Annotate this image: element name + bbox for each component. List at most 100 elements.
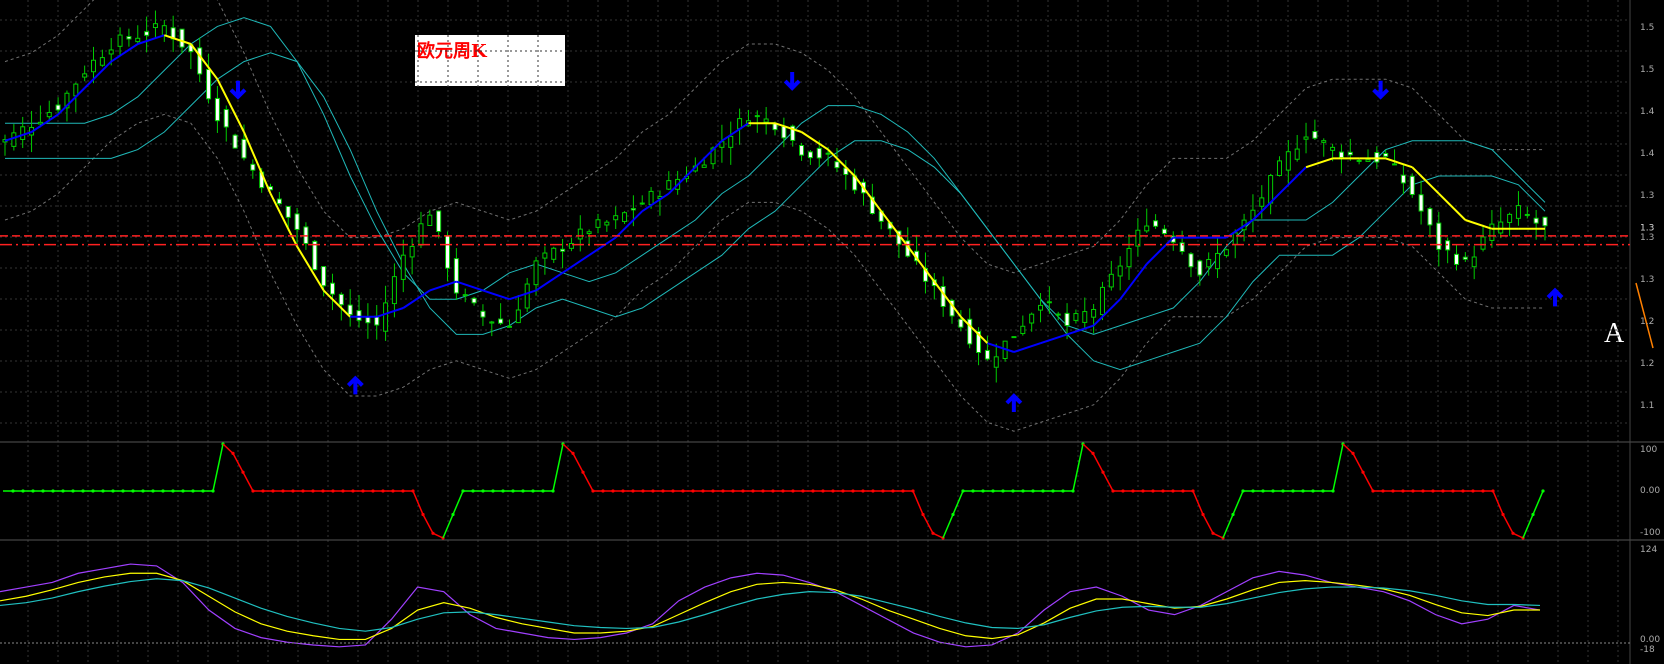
current-price-tag: 1.3 bbox=[1640, 224, 1654, 234]
candle-body bbox=[1082, 311, 1088, 323]
candle-body bbox=[126, 36, 132, 40]
ma-segment bbox=[641, 192, 670, 213]
candle-body bbox=[551, 247, 557, 260]
arrow-down-icon bbox=[783, 72, 801, 91]
candle-body bbox=[1020, 325, 1026, 335]
ma-segment bbox=[827, 148, 856, 177]
candle-body bbox=[1383, 152, 1389, 157]
candle-body bbox=[1197, 260, 1203, 276]
candle-body bbox=[1418, 194, 1424, 212]
candle-body bbox=[630, 208, 636, 211]
candle-body bbox=[1161, 228, 1167, 235]
y-tick-label: 1.3 bbox=[1640, 275, 1654, 285]
envelope-lower bbox=[5, 52, 1546, 371]
candle-body bbox=[958, 318, 964, 328]
candle-body bbox=[1011, 336, 1017, 339]
ma-segment bbox=[588, 236, 617, 257]
candle-body bbox=[613, 215, 619, 221]
candle-body bbox=[1091, 308, 1097, 318]
candle-body bbox=[577, 228, 583, 240]
candle-body bbox=[152, 23, 158, 29]
candle-body bbox=[515, 309, 521, 324]
osc-segment bbox=[1332, 443, 1344, 492]
osc-segment bbox=[1532, 490, 1544, 515]
ma-segment bbox=[190, 43, 219, 80]
candle-body bbox=[586, 231, 592, 235]
rsi-tick-label: 0.00 bbox=[1640, 635, 1660, 645]
candle-body bbox=[135, 37, 141, 43]
candle-body bbox=[1064, 312, 1070, 327]
rsi-tick-label: -18 bbox=[1640, 645, 1655, 655]
y-tick-label: 1.5 bbox=[1640, 23, 1654, 33]
candle-body bbox=[418, 223, 424, 246]
candle-body bbox=[834, 161, 840, 169]
ma-segment bbox=[721, 122, 750, 142]
candle-body bbox=[1356, 159, 1362, 162]
arrow-up-icon bbox=[1005, 393, 1023, 412]
candle-body bbox=[1524, 213, 1530, 216]
candle-body bbox=[1498, 221, 1504, 234]
candle-body bbox=[1365, 159, 1371, 162]
candle-body bbox=[1268, 175, 1274, 204]
candle-body bbox=[1232, 232, 1238, 245]
y-tick-label: 1.3 bbox=[1640, 191, 1654, 201]
candle-body bbox=[1188, 253, 1194, 268]
osc-segment bbox=[432, 532, 444, 539]
candle-body bbox=[37, 121, 43, 125]
candle-body bbox=[1480, 236, 1486, 250]
candle-body bbox=[400, 254, 406, 280]
candle-body bbox=[1347, 151, 1353, 156]
candle-body bbox=[427, 214, 433, 227]
candle-body bbox=[622, 212, 628, 223]
candle-body bbox=[604, 221, 610, 226]
y-tick-label: 1.2 bbox=[1640, 359, 1654, 369]
osc-segment bbox=[1222, 514, 1234, 539]
candle-body bbox=[648, 190, 654, 205]
envelope-upper bbox=[5, 17, 1546, 335]
candle-body bbox=[754, 115, 760, 118]
candle-body bbox=[807, 151, 813, 159]
ma-segment bbox=[1092, 298, 1121, 327]
candle-body bbox=[1215, 252, 1221, 270]
candle-body bbox=[294, 213, 300, 230]
candle-body bbox=[329, 282, 335, 295]
candle-body bbox=[20, 126, 26, 140]
arrow-down-icon bbox=[229, 80, 247, 100]
ma-segment bbox=[960, 316, 989, 344]
candle-body bbox=[666, 180, 672, 190]
candle-body bbox=[312, 240, 318, 271]
ma-segment bbox=[1040, 333, 1068, 345]
ma-segment bbox=[880, 210, 909, 248]
ma-segment bbox=[1465, 219, 1493, 230]
candle-body bbox=[1099, 286, 1105, 316]
ma-segment bbox=[482, 289, 510, 301]
candle-body bbox=[825, 152, 831, 155]
osc-segment bbox=[1522, 514, 1534, 539]
ma-segment bbox=[1411, 166, 1440, 195]
osc-segment bbox=[1512, 532, 1524, 539]
ma-segment bbox=[1305, 157, 1333, 169]
candle-body bbox=[1206, 259, 1212, 268]
candle-body bbox=[799, 145, 805, 156]
candle-body bbox=[453, 258, 459, 294]
osc-segment bbox=[1202, 514, 1214, 534]
candle-body bbox=[524, 283, 530, 309]
candle-body bbox=[391, 276, 397, 305]
candle-body bbox=[1338, 151, 1344, 159]
candle-body bbox=[1135, 229, 1141, 247]
candle-body bbox=[728, 135, 734, 148]
ma-segment bbox=[987, 342, 1015, 353]
candle-body bbox=[639, 202, 645, 205]
ma-segment bbox=[1252, 192, 1281, 221]
ma-segment bbox=[269, 193, 298, 247]
candle-body bbox=[206, 68, 212, 100]
ma-segment bbox=[322, 289, 351, 318]
osc-tick-label: 0.00 bbox=[1640, 486, 1660, 496]
osc-segment bbox=[1092, 453, 1104, 473]
candle-body bbox=[46, 112, 52, 118]
candle-body bbox=[1153, 220, 1159, 227]
osc-segment bbox=[222, 443, 234, 454]
ma-segment bbox=[509, 289, 537, 301]
ma-segment bbox=[83, 60, 112, 89]
candle-body bbox=[321, 266, 327, 287]
